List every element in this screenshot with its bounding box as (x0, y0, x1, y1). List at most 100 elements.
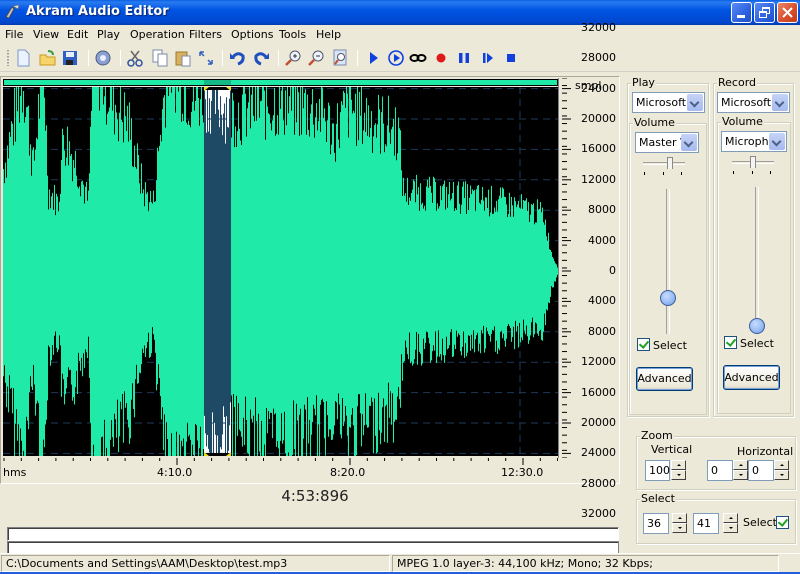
zoom-horizontal-2-down[interactable] (774, 470, 789, 480)
record-advanced-button[interactable]: Advanced (723, 365, 780, 390)
selected-waveform-path (203, 87, 232, 456)
waveform-canvas[interactable] (3, 87, 558, 456)
menu-help[interactable]: Help (316, 28, 341, 41)
new-document-icon (17, 49, 30, 67)
zoom-in-button[interactable] (284, 49, 302, 67)
restore-button[interactable] (754, 2, 775, 23)
paste-button[interactable] (174, 49, 192, 67)
select-start-input[interactable]: 36 (643, 513, 669, 534)
zoom-vertical-up[interactable] (671, 460, 686, 470)
zoom-horizontal-input-2[interactable]: 0 (748, 460, 774, 481)
select-end-up[interactable] (723, 513, 738, 523)
play-volume-slider[interactable] (660, 290, 676, 307)
zoom-horizontal-1-up[interactable] (733, 460, 748, 470)
time-ruler: hms 4:10.0 8:20.0 12:30.0 (3, 456, 558, 482)
pause-button[interactable] (455, 49, 473, 67)
select-start-up[interactable] (672, 513, 687, 523)
play-selection-button[interactable] (387, 49, 405, 67)
select-end-down[interactable] (723, 523, 738, 533)
play-volume-track[interactable] (666, 189, 670, 334)
play-volume-source-select[interactable]: Master V (635, 132, 699, 153)
redo-icon (254, 52, 269, 66)
overview-selection[interactable] (204, 80, 231, 85)
record-volume-title: Volume (721, 115, 764, 128)
select-start-down[interactable] (672, 523, 687, 533)
resize-arrows-icon (199, 51, 213, 65)
menu-bar: File View Edit Play Operation Filters Op… (0, 25, 800, 44)
menu-file[interactable]: File (5, 28, 23, 41)
amplitude-label: 24000 (581, 446, 616, 460)
zoom-out-button[interactable] (307, 49, 325, 67)
play-group-title: Play (631, 76, 656, 89)
play-group: Play Microsoft S Volume Master V Select … (627, 76, 709, 417)
amplitude-label: 24000 (581, 81, 616, 95)
zoom-vertical-label: Vertical (651, 443, 693, 456)
record-volume-slider[interactable] (749, 317, 765, 334)
zoom-vertical-input[interactable]: 100 (645, 460, 670, 481)
select-checkbox[interactable] (776, 516, 789, 529)
select-end-input[interactable]: 41 (693, 513, 719, 534)
gear-icon (95, 50, 111, 66)
undo-button[interactable] (229, 49, 247, 67)
floppy-disk-icon (63, 51, 77, 65)
time-label-2: 8:20.0 (330, 466, 366, 479)
fit-selection-button[interactable] (197, 49, 215, 67)
menu-play[interactable]: Play (97, 28, 120, 41)
menu-view[interactable]: View (33, 28, 59, 41)
record-balance-slider[interactable] (750, 156, 756, 168)
record-volume-source-select[interactable]: Micropho (721, 131, 787, 152)
play-from-cursor-button[interactable] (479, 49, 497, 67)
close-button[interactable] (777, 2, 798, 23)
zoom-fit-button[interactable] (331, 49, 349, 67)
window-title: Akram Audio Editor (26, 4, 169, 19)
stop-button[interactable] (502, 49, 520, 67)
record-select-label: Select (740, 337, 774, 350)
menu-options[interactable]: Options (231, 28, 273, 41)
menu-tools[interactable]: Tools (279, 28, 306, 41)
stop-icon (507, 54, 515, 62)
play-icon (370, 52, 378, 64)
paste-icon (175, 51, 191, 67)
record-select-checkbox[interactable] (724, 336, 737, 349)
zoom-horizontal-input-1[interactable]: 0 (707, 460, 733, 481)
close-icon (782, 7, 793, 18)
loop-button[interactable] (409, 49, 427, 67)
app-icon (5, 4, 20, 19)
minimize-button[interactable] (731, 2, 752, 23)
time-unit-label: hms (3, 466, 27, 479)
settings-button[interactable] (94, 49, 112, 67)
zoom-horizontal-2-up[interactable] (774, 460, 789, 470)
open-file-button[interactable] (39, 49, 57, 67)
menu-edit[interactable]: Edit (67, 28, 88, 41)
info-field-1[interactable] (7, 527, 619, 541)
loop-icon (409, 54, 427, 62)
record-device-select[interactable]: Microsoft S (717, 92, 790, 113)
new-file-button[interactable] (14, 49, 32, 67)
play-advanced-button[interactable]: Advanced (636, 367, 693, 391)
select-group: Select 36 41 Select (636, 492, 796, 544)
chevron-down-icon (681, 134, 697, 151)
record-volume-track[interactable] (755, 187, 759, 333)
redo-button[interactable] (252, 49, 270, 67)
play-balance-track[interactable] (643, 162, 685, 165)
zoom-horizontal-1-down[interactable] (733, 470, 748, 480)
zoom-vertical-down[interactable] (671, 470, 686, 480)
save-file-button[interactable] (61, 49, 79, 67)
play-device-select[interactable]: Microsoft S (632, 92, 705, 113)
zoom-horizontal-label: Horizontal (737, 445, 794, 458)
pause-icon (459, 53, 469, 63)
toolbar-grip[interactable] (7, 50, 9, 66)
play-select-checkbox[interactable] (637, 338, 650, 351)
menu-filters[interactable]: Filters (189, 28, 222, 41)
play-button[interactable] (364, 49, 382, 67)
overview-bar[interactable] (3, 79, 558, 86)
record-volume-group: Volume Micropho Select Advanced (717, 115, 791, 414)
play-select-label: Select (653, 339, 687, 352)
play-balance-slider[interactable] (667, 157, 674, 169)
copy-button[interactable] (151, 49, 169, 67)
select-checkbox-label: Select (743, 516, 777, 529)
menu-operation[interactable]: Operation (130, 28, 185, 41)
record-group: Record Microsoft S Volume Micropho Selec… (713, 76, 794, 417)
record-button[interactable] (432, 49, 450, 67)
cut-button[interactable] (126, 49, 144, 67)
